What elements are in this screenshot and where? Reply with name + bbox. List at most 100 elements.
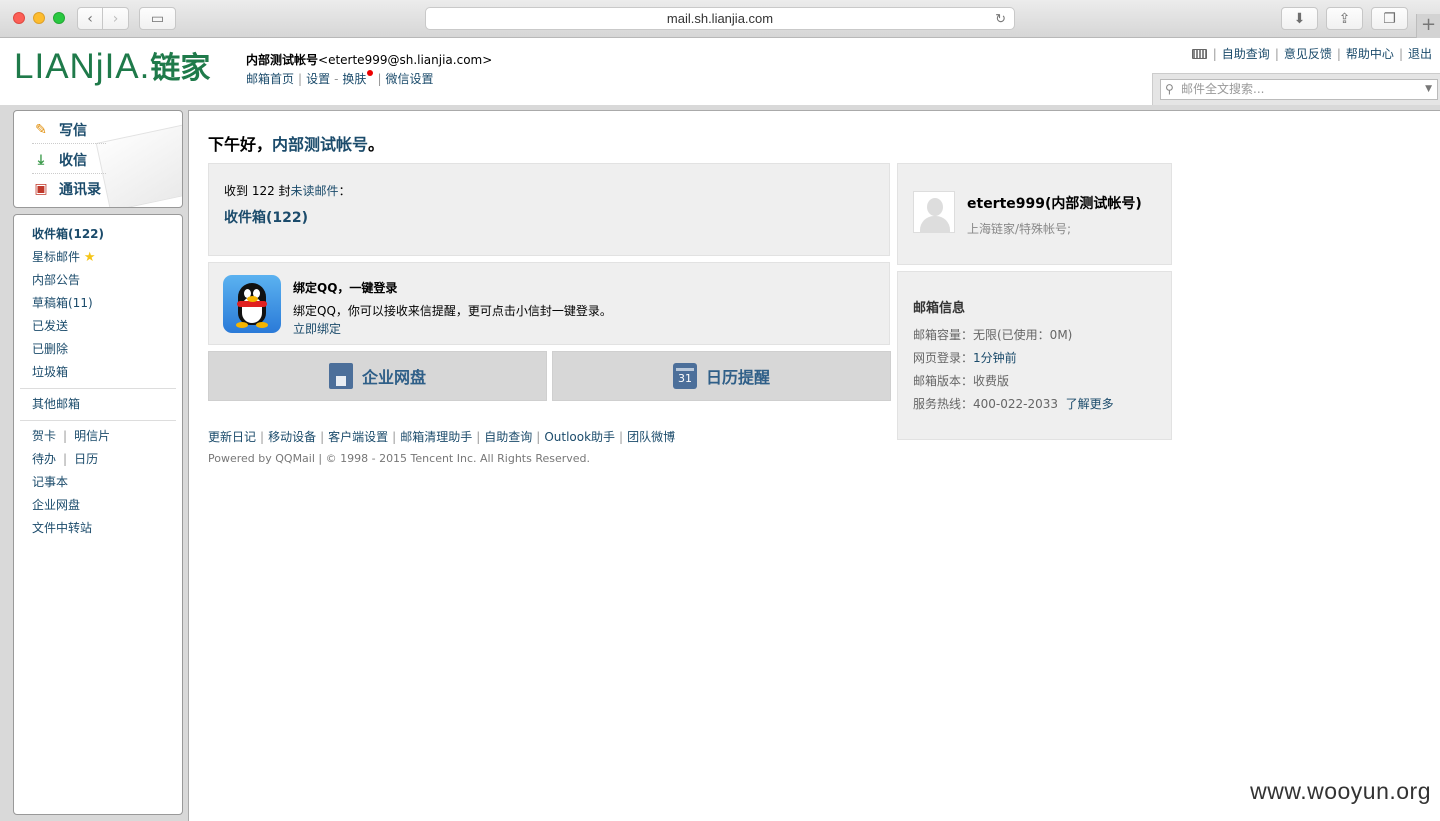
chevron-down-icon[interactable]: ▼ <box>1425 80 1432 99</box>
logo-text: LIANjIA. <box>14 47 151 86</box>
link-skin[interactable]: 换肤 <box>342 72 366 86</box>
link-changelog[interactable]: 更新日记 <box>208 430 256 444</box>
folder-sent[interactable]: 已发送 <box>14 315 182 338</box>
content-panel: 下午好，内部测试帐号。 收到 122 封未读邮件： 收件箱(122) 绑定QQ，… <box>188 110 1440 821</box>
tools-todo-row: 待办 | 日历 <box>32 452 99 466</box>
link-settings[interactable]: 设置 <box>306 72 330 86</box>
back-button[interactable]: ‹ <box>77 7 103 30</box>
link-wechat-settings[interactable]: 微信设置 <box>385 72 433 86</box>
powered-by: Powered by QQMail | © 1998 - 2015 Tencen… <box>208 452 591 465</box>
link-cleanup[interactable]: 邮箱清理助手 <box>400 430 472 444</box>
new-tab-button[interactable]: + <box>1416 14 1440 38</box>
folder-inbox[interactable]: 收件箱(122) <box>14 223 182 246</box>
compose-button[interactable]: ✎ 写信 <box>32 116 106 144</box>
login-time-link[interactable]: 1分钟前 <box>973 351 1017 365</box>
netdisk-tile-label: 企业网盘 <box>361 368 426 387</box>
watermark: www.wooyun.org <box>1250 778 1431 804</box>
mailbox-version: 邮箱版本：收费版 <box>913 374 1010 388</box>
search-input[interactable]: ⚲ 邮件全文搜索... ▼ <box>1160 79 1438 100</box>
link-mail-home[interactable]: 邮箱首页 <box>246 72 294 86</box>
forward-button[interactable]: › <box>103 7 129 30</box>
folder-announcements[interactable]: 内部公告 <box>14 269 182 292</box>
hotline-text: 服务热线：400-022-2033 <box>913 397 1059 411</box>
tools-cards-row: 贺卡 | 明信片 <box>32 429 111 443</box>
calendar-icon: 31 <box>672 363 697 389</box>
unread-summary: 收到 122 封未读邮件： <box>224 182 351 199</box>
contacts-icon: ▣ <box>34 181 48 197</box>
divider <box>20 388 176 389</box>
account-links: 邮箱首页 | 设置 - 换肤 | 微信设置 <box>246 70 434 86</box>
link-logout[interactable]: 退出 <box>1408 45 1432 62</box>
login-label: 网页登录： <box>913 351 974 365</box>
link-postcard[interactable]: 明信片 <box>74 429 110 443</box>
unread-count-text: 收到 122 封 <box>224 184 291 198</box>
url-bar[interactable]: mail.sh.lianjia.com ↻ <box>425 7 1015 30</box>
close-window-button[interactable] <box>13 12 25 24</box>
link-file-transfer[interactable]: 文件中转站 <box>14 517 182 540</box>
contacts-button[interactable]: ▣ 通讯录 <box>32 175 106 203</box>
link-feedback[interactable]: 意见反馈 <box>1284 45 1332 62</box>
greeting-suffix: 。 <box>368 135 385 154</box>
account-name: 内部测试帐号 <box>246 53 319 67</box>
nav-buttons: ‹ › <box>77 7 130 30</box>
avatar[interactable] <box>913 191 955 233</box>
mailbox-info-title: 邮箱信息 <box>913 301 966 316</box>
new-dot-icon <box>367 70 374 76</box>
share-button[interactable]: ⇪ <box>1326 7 1363 30</box>
tabs-button[interactable]: ❐ <box>1371 7 1408 30</box>
folder-starred-label: 星标邮件 <box>32 250 81 264</box>
qq-bind-now-link[interactable]: 立即绑定 <box>293 320 341 337</box>
keyboard-icon[interactable] <box>1191 48 1207 59</box>
link-self-service[interactable]: 自助查询 <box>1222 45 1270 62</box>
link-weibo[interactable]: 团队微博 <box>627 430 675 444</box>
logo-cn: 链家 <box>150 52 211 85</box>
qq-bind-title: 绑定QQ，一键登录 <box>293 281 398 295</box>
learn-more-link[interactable]: 了解更多 <box>1066 397 1114 411</box>
link-outlook[interactable]: Outlook助手 <box>544 430 615 444</box>
main-frame: ✎ 写信 ⤓ 收信 ▣ 通讯录 收件箱(122) 星标邮件 ★ 内部公告 草稿箱(11… <box>0 105 1440 821</box>
greeting: 下午好，内部测试帐号。 <box>208 131 384 155</box>
mailbox-capacity: 邮箱容量：无限(已使用：0M) <box>913 328 1073 342</box>
link-help[interactable]: 帮助中心 <box>1346 45 1394 62</box>
minimize-window-button[interactable] <box>33 12 45 24</box>
folder-starred[interactable]: 星标邮件 ★ <box>14 246 182 269</box>
footer-links: 更新日记 | 移动设备 | 客户端设置 | 邮箱清理助手 | 自助查询 | Outlook助手 | 团队… <box>208 430 676 444</box>
link-greeting-card[interactable]: 贺卡 <box>32 429 56 443</box>
mailbox-info: 邮箱信息 邮箱容量：无限(已使用：0M) 网页登录：1分钟前 邮箱版本：收费版 … <box>897 271 1172 440</box>
folder-drafts[interactable]: 草稿箱(11) <box>14 292 182 315</box>
top-links: | 自助查询 | 意见反馈 | 帮助中心 | 退出 <box>1191 45 1432 62</box>
unread-panel: 收到 122 封未读邮件： 收件箱(122) <box>208 163 890 256</box>
folder-sidebar: 收件箱(122) 星标邮件 ★ 内部公告 草稿箱(11) 已发送 已删除 垃圾箱… <box>13 214 183 815</box>
link-todo[interactable]: 待办 <box>32 452 56 466</box>
netdisk-tile[interactable]: 企业网盘 <box>208 351 547 401</box>
account-info: 内部测试帐号<eterte999@sh.lianjia.com> <box>246 51 492 68</box>
greeting-name: 内部测试帐号 <box>272 135 369 154</box>
zoom-window-button[interactable] <box>53 12 65 24</box>
lianjia-logo[interactable]: LIANjIA.链家 <box>14 49 210 87</box>
link-calendar[interactable]: 日历 <box>74 452 98 466</box>
calendar-tile[interactable]: 31 日历提醒 <box>552 351 891 401</box>
link-netdisk[interactable]: 企业网盘 <box>14 494 182 517</box>
contacts-label: 通讯录 <box>59 182 101 198</box>
link-selfservice[interactable]: 自助查询 <box>484 430 532 444</box>
folder-other-mailboxes[interactable]: 其他邮箱 <box>14 393 182 416</box>
compose-label: 写信 <box>59 122 87 139</box>
unread-suffix: ： <box>338 184 351 198</box>
unread-link[interactable]: 未读邮件 <box>291 184 339 198</box>
search-placeholder: 邮件全文搜索... <box>1181 82 1265 96</box>
link-mobile[interactable]: 移动设备 <box>268 430 316 444</box>
download-button[interactable]: ⬇ <box>1281 7 1318 30</box>
link-client-settings[interactable]: 客户端设置 <box>328 430 388 444</box>
qq-penguin-icon <box>223 275 281 333</box>
folder-deleted[interactable]: 已删除 <box>14 338 182 361</box>
link-notes[interactable]: 记事本 <box>14 471 182 494</box>
reload-icon[interactable]: ↻ <box>995 8 1006 29</box>
sidebar-toggle-button[interactable]: ▭ <box>139 7 176 30</box>
profile-name: eterte999(内部测试帐号) <box>967 196 1142 212</box>
star-icon: ★ <box>83 250 96 265</box>
quick-actions: ✎ 写信 ⤓ 收信 ▣ 通讯录 <box>13 110 183 208</box>
receive-button[interactable]: ⤓ 收信 <box>32 146 106 174</box>
unread-inbox-link[interactable]: 收件箱(122) <box>224 207 308 227</box>
receive-label: 收信 <box>59 152 87 169</box>
folder-spam[interactable]: 垃圾箱 <box>14 361 182 384</box>
